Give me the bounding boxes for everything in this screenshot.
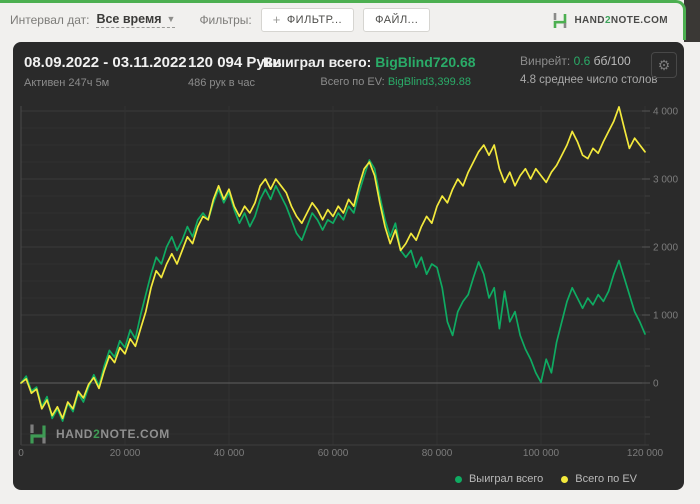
hand2note-logo-icon bbox=[554, 12, 567, 28]
svg-text:100 000: 100 000 bbox=[523, 448, 560, 459]
add-filter-button-label: ФИЛЬТР... bbox=[286, 14, 343, 26]
add-filter-button[interactable]: + ФИЛЬТР... bbox=[260, 8, 355, 32]
svg-text:80 000: 80 000 bbox=[422, 448, 453, 459]
file-button[interactable]: ФАЙЛ... bbox=[363, 8, 431, 32]
totals-block: Выиграл всего: BigBlind720.68 Всего по E… bbox=[263, 54, 476, 88]
winrate-value: 0.6 bbox=[573, 54, 591, 68]
watermark-logo-icon bbox=[30, 424, 46, 444]
chart-legend: Выиграл всего Всего по EV bbox=[454, 473, 637, 485]
legend-dot-green bbox=[454, 475, 462, 483]
filters-label: Фильтры: bbox=[199, 13, 252, 27]
winrate-unit: бб/100 bbox=[593, 54, 631, 68]
stats-panel: 08.09.2022 - 03.11.2022 Активен 247ч 5м … bbox=[13, 42, 684, 490]
svg-text:60 000: 60 000 bbox=[318, 448, 349, 459]
legend-label-won: Выиграл всего bbox=[468, 473, 544, 485]
won-value: BigBlind720.68 bbox=[375, 54, 476, 70]
svg-text:4 000: 4 000 bbox=[653, 107, 678, 118]
interval-value: Все время bbox=[96, 12, 162, 26]
ev-label: Всего по EV: bbox=[320, 76, 385, 88]
chevron-down-icon: ▼ bbox=[166, 14, 176, 24]
svg-text:20 000: 20 000 bbox=[110, 448, 141, 459]
svg-text:0: 0 bbox=[653, 379, 659, 390]
svg-text:3 000: 3 000 bbox=[653, 175, 678, 186]
svg-text:1 000: 1 000 bbox=[653, 311, 678, 322]
gear-icon: ⚙ bbox=[657, 57, 671, 73]
hand2note-window: Интервал дат: Все время ▼ Фильтры: + ФИЛ… bbox=[0, 0, 700, 504]
ev-value: BigBlind3,399.88 bbox=[387, 76, 471, 88]
winrate-label: Винрейт: bbox=[520, 54, 571, 68]
legend-item-ev[interactable]: Всего по EV bbox=[561, 473, 637, 485]
plus-icon: + bbox=[272, 12, 281, 27]
file-button-label: ФАЙЛ... bbox=[375, 14, 419, 26]
winrate-block: Винрейт: 0.6 бб/100 4.8 среднее число ст… bbox=[520, 54, 658, 86]
settings-button[interactable]: ⚙ bbox=[651, 52, 677, 78]
svg-text:120 000: 120 000 bbox=[627, 448, 664, 459]
date-range: 08.09.2022 - 03.11.2022 bbox=[24, 54, 187, 71]
interval-select[interactable]: Все время ▼ bbox=[96, 12, 176, 28]
avg-tables: 4.8 среднее число столов bbox=[520, 74, 658, 86]
interval-label: Интервал дат: bbox=[10, 13, 90, 27]
background-corner bbox=[684, 0, 700, 42]
legend-dot-yellow bbox=[561, 475, 569, 483]
svg-text:0: 0 bbox=[18, 448, 24, 459]
watermark-text: HAND2NOTE.COM bbox=[56, 427, 170, 441]
chart-watermark: HAND2NOTE.COM bbox=[28, 423, 170, 445]
date-range-block: 08.09.2022 - 03.11.2022 Активен 247ч 5м bbox=[24, 54, 187, 89]
svg-text:40 000: 40 000 bbox=[214, 448, 245, 459]
legend-item-won[interactable]: Выиграл всего bbox=[454, 473, 544, 485]
won-label: Выиграл всего: bbox=[263, 54, 372, 70]
active-time: Активен 247ч 5м bbox=[24, 77, 110, 89]
toolbar: Интервал дат: Все время ▼ Фильтры: + ФИЛ… bbox=[0, 3, 684, 37]
chart-canvas: 0 20 000 40 000 60 000 80 000 100 000 120 000 0… bbox=[18, 106, 678, 459]
svg-text:2 000: 2 000 bbox=[653, 243, 678, 254]
hand2note-logo: HAND2NOTE.COM bbox=[552, 12, 668, 29]
hand2note-logo-text: HAND2NOTE.COM bbox=[574, 14, 668, 26]
legend-label-ev: Всего по EV bbox=[575, 473, 637, 485]
equity-curve-chart: 0 20 000 40 000 60 000 80 000 100 000 120 000 0… bbox=[18, 94, 680, 459]
